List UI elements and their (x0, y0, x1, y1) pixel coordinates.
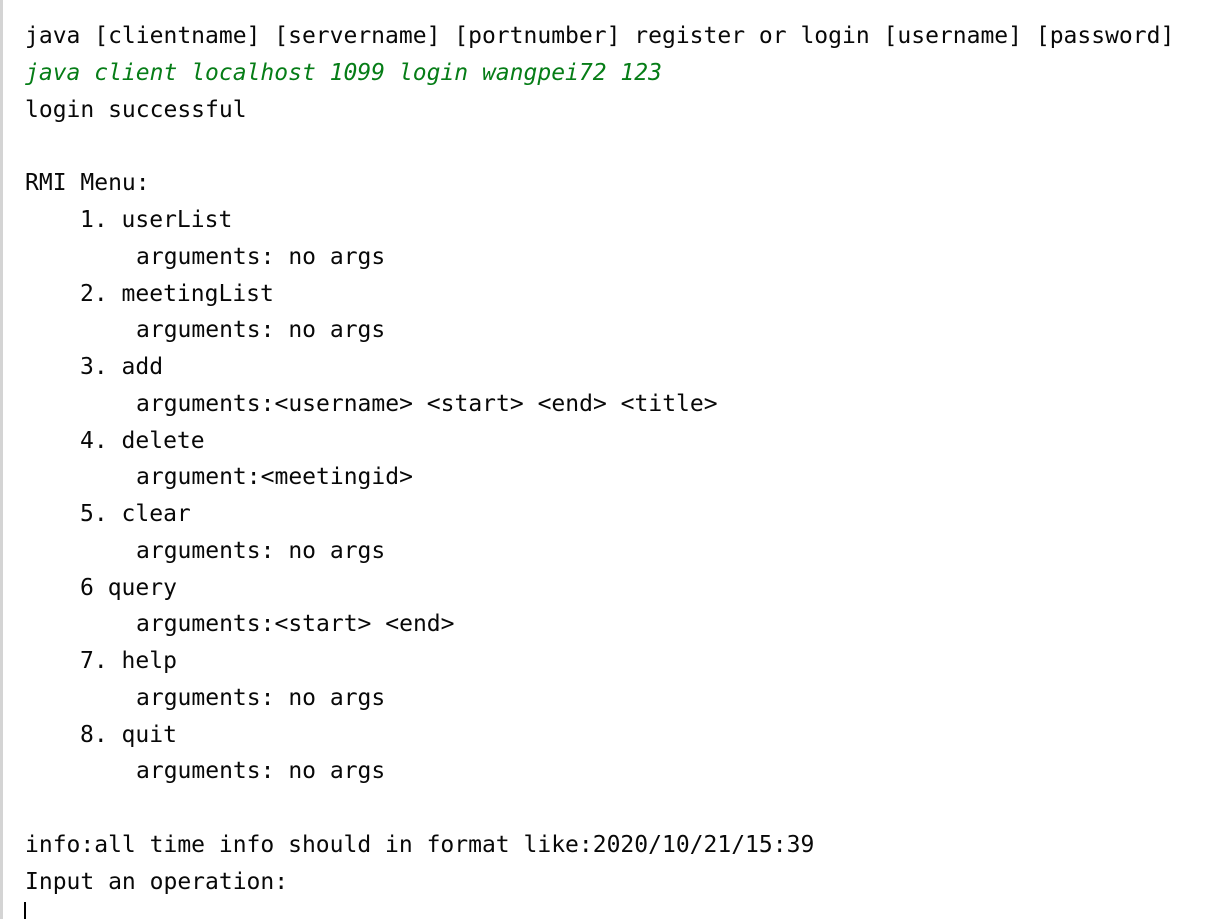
menu-item-args: arguments: no args (136, 244, 386, 270)
command-input-echo: java client localhost 1099 login wangpei… (25, 60, 662, 86)
menu-item-name: 8. quit (80, 722, 177, 748)
menu-item-name: 2. meetingList (80, 281, 274, 307)
menu-item-name: 5. clear (80, 501, 191, 527)
menu-item-name: 1. userList (80, 207, 233, 233)
menu-item-args: arguments: no args (136, 538, 386, 564)
login-result-line: login successful (25, 97, 247, 123)
menu-title: RMI Menu: (25, 170, 150, 196)
menu-item-args: arguments:<username> <start> <end> <titl… (136, 391, 718, 417)
info-line: info:all time info should in format like… (25, 832, 815, 858)
usage-line: java [clientname] [servername] [portnumb… (25, 23, 1175, 49)
menu-item-args: argument:<meetingid> (136, 464, 413, 490)
menu-item-args: arguments: no args (136, 758, 386, 784)
console-output[interactable]: java [clientname] [servername] [portnumb… (0, 0, 1220, 919)
menu-item-name: 7. help (80, 648, 177, 674)
menu-item-args: arguments:<start> <end> (136, 611, 455, 637)
menu-item-name: 3. add (80, 354, 164, 380)
text-cursor[interactable] (24, 902, 26, 919)
menu-item-name: 4. delete (80, 428, 205, 454)
menu-item-name: 6 query (80, 575, 177, 601)
input-prompt: Input an operation: (25, 869, 289, 895)
menu-item-args: arguments: no args (136, 317, 386, 343)
menu-item-args: arguments: no args (136, 685, 386, 711)
